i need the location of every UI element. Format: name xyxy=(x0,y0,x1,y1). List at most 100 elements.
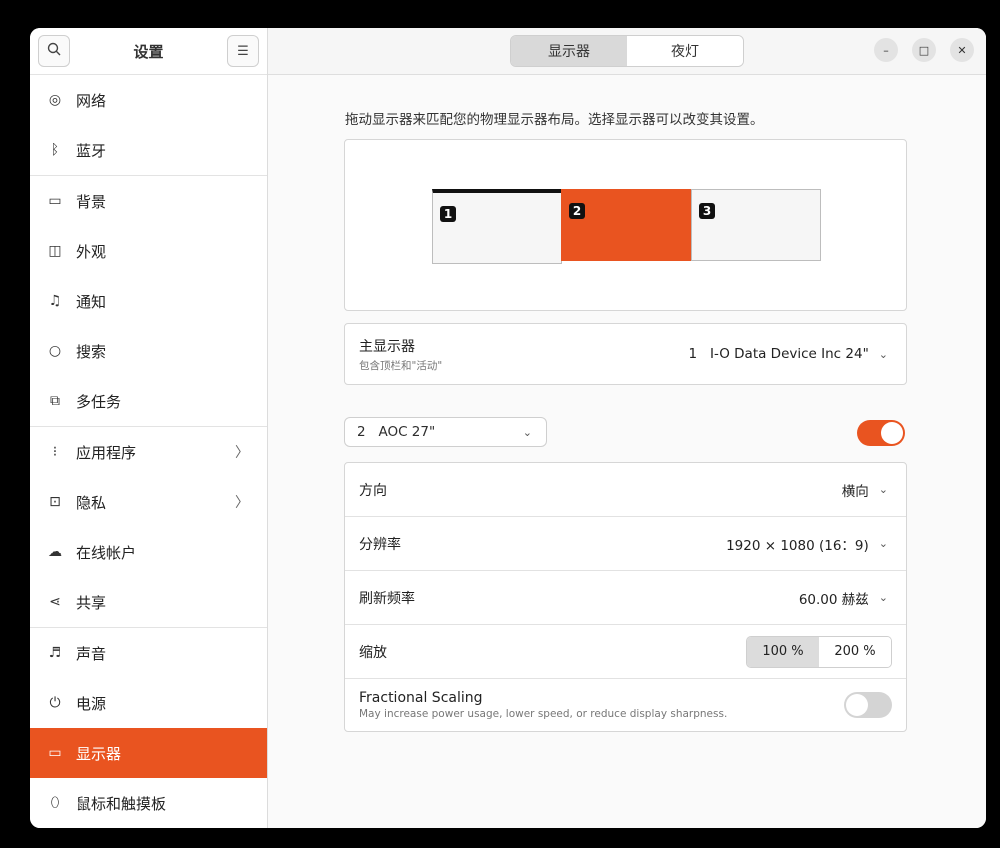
lock-icon: ⊡ xyxy=(49,494,61,510)
resolution-row[interactable]: 分辨率 1920 × 1080 (16：9) ⌄ xyxy=(345,516,906,570)
sidebar-item-search[interactable]: ○ 搜索 xyxy=(30,326,267,376)
monitor-number: 3 xyxy=(699,203,715,219)
chevron-down-icon: ⌄ xyxy=(878,483,888,496)
tab-night-light[interactable]: 夜灯 xyxy=(627,36,743,66)
sidebar-item-label: 电源 xyxy=(76,694,107,713)
monitor-number: 2 xyxy=(569,203,585,219)
primary-display-card: 主显示器 包含顶栏和"活动" 1 I-O Data Device Inc 24"… xyxy=(344,323,907,385)
fractional-scaling-label: Fractional Scaling xyxy=(359,690,483,706)
monitor-2[interactable]: 2 xyxy=(561,189,691,261)
orientation-row[interactable]: 方向 横向 ⌄ xyxy=(345,463,906,516)
chevron-right-icon: 〉 xyxy=(235,445,249,461)
sidebar-item-mouse[interactable]: ⬯ 鼠标和触摸板 xyxy=(30,778,267,828)
appearance-icon: ◫ xyxy=(48,243,62,259)
sidebar-item-power[interactable]: ⏻ 电源 xyxy=(30,678,267,728)
primary-display-row[interactable]: 主显示器 包含顶栏和"活动" 1 I-O Data Device Inc 24"… xyxy=(345,324,906,384)
arrangement-description: 拖动显示器来匹配您的物理显示器布局。选择显示器可以改变其设置。 xyxy=(345,112,764,128)
monitor-selector-value: 2 AOC 27" xyxy=(357,424,436,440)
tab-displays[interactable]: 显示器 xyxy=(511,36,627,66)
sidebar-title: 设置 xyxy=(133,42,164,61)
scale-option-200[interactable]: 200 % xyxy=(819,636,891,667)
resolution-label: 分辨率 xyxy=(359,536,401,553)
scale-row: 缩放 100 % 200 % xyxy=(345,624,906,678)
sidebar-item-label: 网络 xyxy=(76,91,107,110)
scale-label: 缩放 xyxy=(359,644,387,661)
sidebar-item-label: 搜索 xyxy=(76,342,107,361)
chevron-down-icon: ⌄ xyxy=(878,591,888,604)
scale-option-100[interactable]: 100 % xyxy=(747,636,819,667)
sidebar-item-label: 显示器 xyxy=(76,744,122,763)
monitor-1[interactable]: 1 xyxy=(432,189,562,264)
scale-selector: 100 % 200 % xyxy=(746,635,892,668)
sidebar-item-sound[interactable]: ♬ 声音 xyxy=(30,627,267,678)
sidebar-item-background[interactable]: ▭ 背景 xyxy=(30,175,267,226)
sidebar-item-label: 多任务 xyxy=(76,392,122,411)
maximize-button[interactable]: □ xyxy=(912,38,936,62)
sidebar-item-label: 共享 xyxy=(76,593,107,612)
monitor-enable-toggle[interactable] xyxy=(857,420,905,446)
sidebar-item-displays[interactable]: ▭ 显示器 xyxy=(30,728,267,778)
bluetooth-icon: ᛒ xyxy=(50,142,60,158)
cloud-icon: ☁ xyxy=(48,544,62,560)
bell-icon: ♫ xyxy=(48,293,62,309)
toggle-knob xyxy=(846,694,868,716)
mouse-icon: ⬯ xyxy=(50,795,60,811)
sidebar-item-apps[interactable]: ⁝ 应用程序 〉 xyxy=(30,426,267,477)
search-button[interactable] xyxy=(38,35,70,67)
sidebar-item-network[interactable]: ◎ 网络 xyxy=(30,75,267,125)
sidebar-item-bluetooth[interactable]: ᛒ 蓝牙 xyxy=(30,125,267,175)
close-button[interactable]: ✕ xyxy=(950,38,974,62)
fractional-scaling-toggle[interactable] xyxy=(844,692,892,718)
primary-display-label: 主显示器 xyxy=(359,338,415,355)
sidebar: 设置 ☰ ◎ 网络 ᛒ 蓝牙 ▭ 背景 ◫ 外观 ♫ 通知 ○ 搜索 ⧉ 多任务 ⁝ 应用程序〉… xyxy=(30,28,268,828)
chevron-down-icon: ⌄ xyxy=(522,425,532,439)
toggle-knob xyxy=(881,422,903,444)
monitor-number: 1 xyxy=(440,206,456,222)
sidebar-item-label: 外观 xyxy=(76,242,107,261)
power-icon: ⏻ xyxy=(49,695,61,711)
search-icon xyxy=(47,42,61,60)
chevron-down-icon: ⌄ xyxy=(878,347,888,361)
sidebar-item-privacy[interactable]: ⊡ 隐私 〉 xyxy=(30,477,267,527)
menu-button[interactable]: ☰ xyxy=(226,35,259,67)
sidebar-item-label: 背景 xyxy=(76,192,107,211)
network-icon: ◎ xyxy=(48,92,62,108)
multitasking-icon: ⧉ xyxy=(50,393,60,409)
refresh-rate-label: 刷新频率 xyxy=(359,590,415,607)
display-icon: ▭ xyxy=(48,745,62,761)
search-icon: ○ xyxy=(48,343,62,359)
orientation-value: 横向 xyxy=(841,483,869,500)
sidebar-item-notifications[interactable]: ♫ 通知 xyxy=(30,276,267,326)
fractional-scaling-row: Fractional Scaling May increase power us… xyxy=(345,678,906,731)
music-icon: ♬ xyxy=(48,645,62,661)
sidebar-item-label: 声音 xyxy=(76,644,107,663)
fractional-scaling-sublabel: May increase power usage, lower speed, o… xyxy=(359,708,728,720)
monitor-settings-card: 方向 横向 ⌄ 分辨率 1920 × 1080 (16：9) ⌄ 刷新频率 60.0… xyxy=(344,462,907,732)
background-icon: ▭ xyxy=(48,193,62,209)
refresh-rate-row[interactable]: 刷新频率 60.00 赫兹 ⌄ xyxy=(345,570,906,624)
monitor-selector[interactable]: 2 AOC 27" ⌄ xyxy=(344,417,547,447)
resolution-value: 1920 × 1080 (16：9) xyxy=(726,537,869,554)
sidebar-item-online-accounts[interactable]: ☁ 在线帐户 xyxy=(30,527,267,577)
orientation-label: 方向 xyxy=(359,482,387,499)
sidebar-item-label: 蓝牙 xyxy=(76,141,107,160)
monitor-3[interactable]: 3 xyxy=(691,189,821,261)
sidebar-item-label: 通知 xyxy=(76,292,107,311)
main-panel: 显示器 夜灯 – □ ✕ 拖动显示器来匹配您的物理显示器布局。选择显示器可以改变… xyxy=(268,28,986,828)
refresh-rate-value: 60.00 赫兹 xyxy=(798,591,869,608)
sidebar-item-label: 在线帐户 xyxy=(76,543,137,562)
sidebar-item-sharing[interactable]: ⋖ 共享 xyxy=(30,577,267,627)
sidebar-item-label: 隐私 xyxy=(76,493,107,512)
minimize-button[interactable]: – xyxy=(874,38,898,62)
sidebar-item-appearance[interactable]: ◫ 外观 xyxy=(30,226,267,276)
sidebar-item-multitasking[interactable]: ⧉ 多任务 xyxy=(30,376,267,426)
menu-icon: ☰ xyxy=(237,43,249,59)
share-icon: ⋖ xyxy=(49,594,61,610)
sidebar-list: ◎ 网络 ᛒ 蓝牙 ▭ 背景 ◫ 外观 ♫ 通知 ○ 搜索 ⧉ 多任务 ⁝ 应用程序〉 ⊡ 隐私 〉… xyxy=(30,75,267,828)
header-bar: 显示器 夜灯 – □ ✕ xyxy=(268,28,986,75)
sidebar-header: 设置 ☰ xyxy=(30,28,267,75)
apps-icon: ⁝ xyxy=(52,444,58,460)
chevron-right-icon: 〉 xyxy=(235,495,249,511)
chevron-down-icon: ⌄ xyxy=(878,537,888,550)
sidebar-item-label: 鼠标和触摸板 xyxy=(76,794,167,813)
